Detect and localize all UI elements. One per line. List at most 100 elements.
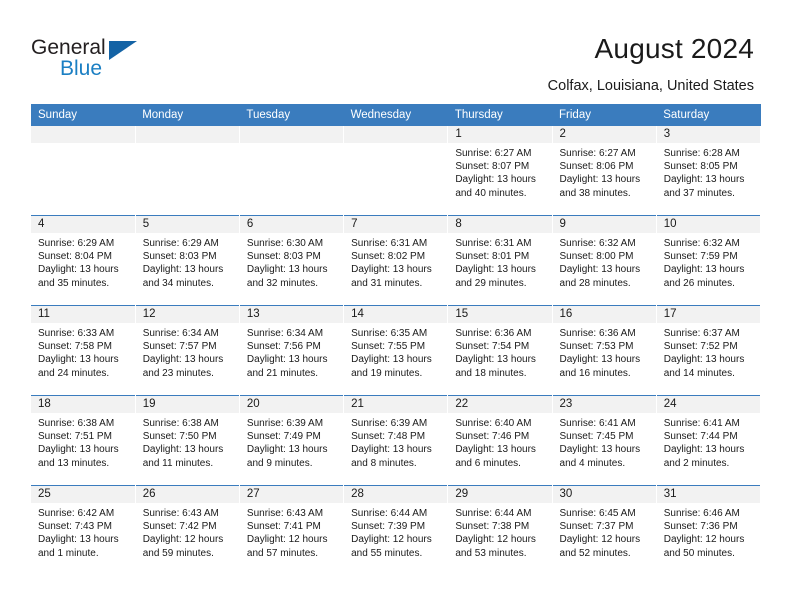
calendar-day-cell[interactable]: 28 Sunrise: 6:44 AM Sunset: 7:39 PM Dayligh… (343, 485, 449, 575)
day-number: 22 (448, 396, 552, 413)
day-daylight1-text: Daylight: 13 hours (351, 354, 432, 366)
day-sun-info: Sunrise: 6:35 AM Sunset: 7:55 PM Daylight:… (344, 323, 447, 380)
calendar-week-row: 4 Sunrise: 6:29 AM Sunset: 8:04 PM Daylight… (31, 215, 762, 306)
day-sunset-text: Sunset: 8:00 PM (559, 251, 634, 263)
day-sunset-text: Sunset: 7:46 PM (455, 431, 530, 443)
day-daylight2-text: and 21 minutes. (246, 367, 319, 379)
day-sunrise-text: Sunrise: 6:42 AM (38, 508, 115, 519)
day-sunrise-text: Sunrise: 6:39 AM (246, 418, 324, 429)
day-sunset-text: Sunset: 8:06 PM (559, 161, 634, 173)
day-sunrise-text: Sunrise: 6:31 AM (351, 238, 428, 249)
weekday-header-friday: Friday (552, 104, 657, 126)
calendar-day-cell[interactable]: 3 Sunrise: 6:28 AM Sunset: 8:05 PM Daylight… (656, 126, 762, 216)
weekday-header-wednesday: Wednesday (343, 104, 448, 126)
day-number: 18 (31, 396, 135, 413)
calendar-body: 1 Sunrise: 6:27 AM Sunset: 8:07 PM Daylight… (31, 126, 762, 575)
day-daylight1-text: Daylight: 12 hours (455, 534, 536, 546)
weekday-header-tuesday: Tuesday (239, 104, 344, 126)
day-sunrise-text: Sunrise: 6:39 AM (351, 418, 428, 429)
calendar-day-cell[interactable]: 30 Sunrise: 6:45 AM Sunset: 7:37 PM Dayligh… (552, 485, 657, 575)
brand-logo[interactable]: General Blue (31, 36, 171, 84)
calendar-day-cell[interactable]: 6 Sunrise: 6:30 AM Sunset: 8:03 PM Daylight… (239, 215, 345, 306)
day-sun-info: Sunrise: 6:39 AM Sunset: 7:48 PM Daylight:… (344, 413, 447, 470)
day-daylight1-text: Daylight: 13 hours (559, 354, 641, 366)
calendar-day-cell[interactable]: 31 Sunrise: 6:46 AM Sunset: 7:36 PM Dayligh… (656, 485, 762, 575)
day-sunset-text: Sunset: 7:49 PM (246, 431, 321, 443)
day-sunrise-text: Sunrise: 6:34 AM (246, 328, 324, 339)
day-sunset-text: Sunset: 7:52 PM (663, 341, 738, 353)
calendar-header-row: Sunday Monday Tuesday Wednesday Thursday… (31, 104, 761, 126)
day-daylight2-text: and 9 minutes. (246, 457, 313, 469)
day-sun-info: Sunrise: 6:42 AM Sunset: 7:43 PM Daylight:… (31, 503, 135, 560)
calendar-day-cell[interactable]: 1 Sunrise: 6:27 AM Sunset: 8:07 PM Daylight… (447, 126, 553, 216)
day-sun-info: Sunrise: 6:33 AM Sunset: 7:58 PM Daylight:… (31, 323, 135, 380)
calendar-day-cell[interactable]: 12 Sunrise: 6:34 AM Sunset: 7:57 PM Dayligh… (135, 305, 240, 396)
day-sunset-text: Sunset: 8:05 PM (663, 161, 738, 173)
day-sun-info: Sunrise: 6:40 AM Sunset: 7:46 PM Daylight:… (448, 413, 551, 470)
day-sun-info: Sunrise: 6:34 AM Sunset: 7:57 PM Daylight:… (136, 323, 239, 380)
calendar-day-cell[interactable]: 17 Sunrise: 6:37 AM Sunset: 7:52 PM Dayligh… (656, 305, 762, 396)
day-daylight1-text: Daylight: 13 hours (142, 354, 224, 366)
calendar-day-cell[interactable]: 21 Sunrise: 6:39 AM Sunset: 7:48 PM Dayligh… (343, 395, 449, 486)
calendar-day-cell[interactable]: 9 Sunrise: 6:32 AM Sunset: 8:00 PM Daylight… (552, 215, 657, 306)
calendar-day-cell[interactable]: 14 Sunrise: 6:35 AM Sunset: 7:55 PM Dayligh… (343, 305, 449, 396)
calendar-day-cell[interactable]: 13 Sunrise: 6:34 AM Sunset: 7:56 PM Dayligh… (239, 305, 345, 396)
calendar-day-cell[interactable]: 29 Sunrise: 6:44 AM Sunset: 7:38 PM Dayligh… (447, 485, 553, 575)
calendar-day-cell[interactable]: 23 Sunrise: 6:41 AM Sunset: 7:45 PM Dayligh… (552, 395, 657, 486)
calendar-day-cell[interactable]: 22 Sunrise: 6:40 AM Sunset: 7:46 PM Dayligh… (447, 395, 553, 486)
day-number: 12 (135, 306, 239, 323)
page-header: General Blue August 2024 Colfax, Louisia… (0, 0, 792, 100)
day-daylight2-text: and 28 minutes. (559, 277, 631, 289)
day-sunset-text: Sunset: 7:44 PM (663, 431, 738, 443)
day-sun-info: Sunrise: 6:27 AM Sunset: 8:07 PM Daylight:… (448, 143, 551, 200)
day-sun-info: Sunrise: 6:43 AM Sunset: 7:42 PM Daylight:… (136, 503, 239, 560)
calendar-day-cell[interactable]: 10 Sunrise: 6:32 AM Sunset: 7:59 PM Dayligh… (656, 215, 762, 306)
day-number: 21 (344, 396, 448, 413)
page-subtitle: Colfax, Louisiana, United States (547, 78, 754, 94)
day-sunrise-text: Sunrise: 6:31 AM (455, 238, 532, 249)
day-daylight2-text: and 31 minutes. (351, 277, 423, 289)
day-sunset-text: Sunset: 8:07 PM (455, 161, 530, 173)
day-number: 14 (344, 306, 448, 323)
calendar-day-cell[interactable]: 25 Sunrise: 6:42 AM Sunset: 7:43 PM Dayligh… (31, 485, 136, 575)
day-number: 10 (656, 216, 760, 233)
calendar-day-cell[interactable]: 2 Sunrise: 6:27 AM Sunset: 8:06 PM Daylight… (552, 126, 657, 216)
calendar-day-cell[interactable]: 11 Sunrise: 6:33 AM Sunset: 7:58 PM Dayligh… (31, 305, 136, 396)
day-sunrise-text: Sunrise: 6:33 AM (38, 328, 115, 339)
calendar-day-cell[interactable]: 20 Sunrise: 6:39 AM Sunset: 7:49 PM Dayligh… (239, 395, 345, 486)
day-sun-info: Sunrise: 6:32 AM Sunset: 7:59 PM Daylight:… (657, 233, 760, 290)
day-sun-info: Sunrise: 6:39 AM Sunset: 7:49 PM Daylight:… (240, 413, 343, 470)
day-sunset-text: Sunset: 7:54 PM (455, 341, 530, 353)
calendar-day-cell[interactable]: 18 Sunrise: 6:38 AM Sunset: 7:51 PM Dayligh… (31, 395, 136, 486)
calendar-day-cell[interactable]: 24 Sunrise: 6:41 AM Sunset: 7:44 PM Dayligh… (656, 395, 762, 486)
calendar-day-cell[interactable]: 4 Sunrise: 6:29 AM Sunset: 8:04 PM Daylight… (31, 215, 136, 306)
day-sun-info: Sunrise: 6:31 AM Sunset: 8:01 PM Daylight:… (448, 233, 551, 290)
calendar-day-cell[interactable]: 15 Sunrise: 6:36 AM Sunset: 7:54 PM Dayligh… (447, 305, 553, 396)
day-sun-info: Sunrise: 6:38 AM Sunset: 7:50 PM Daylight:… (136, 413, 239, 470)
day-daylight2-text: and 16 minutes. (559, 367, 631, 379)
calendar-day-cell[interactable]: 8 Sunrise: 6:31 AM Sunset: 8:01 PM Daylight… (447, 215, 553, 306)
day-daylight1-text: Daylight: 13 hours (351, 444, 432, 456)
day-daylight1-text: Daylight: 13 hours (246, 264, 328, 276)
calendar-day-cell[interactable]: 7 Sunrise: 6:31 AM Sunset: 8:02 PM Daylight… (343, 215, 449, 306)
day-daylight1-text: Daylight: 13 hours (38, 354, 119, 366)
day-sunset-text: Sunset: 7:39 PM (351, 521, 426, 533)
calendar-day-cell[interactable]: 26 Sunrise: 6:43 AM Sunset: 7:42 PM Dayligh… (135, 485, 240, 575)
day-daylight2-text: and 59 minutes. (142, 547, 214, 559)
day-daylight2-text: and 52 minutes. (559, 547, 631, 559)
day-sunrise-text: Sunrise: 6:45 AM (559, 508, 636, 519)
calendar-day-cell[interactable]: 27 Sunrise: 6:43 AM Sunset: 7:41 PM Dayligh… (239, 485, 345, 575)
day-daylight2-text: and 23 minutes. (142, 367, 214, 379)
day-daylight2-text: and 18 minutes. (455, 367, 527, 379)
calendar-day-cell[interactable]: 5 Sunrise: 6:29 AM Sunset: 8:03 PM Daylight… (135, 215, 240, 306)
day-sun-info: Sunrise: 6:37 AM Sunset: 7:52 PM Daylight:… (657, 323, 760, 380)
day-number: 6 (239, 216, 344, 233)
day-daylight1-text: Daylight: 12 hours (351, 534, 432, 546)
day-sunset-text: Sunset: 8:03 PM (246, 251, 321, 263)
calendar-day-cell[interactable]: 16 Sunrise: 6:36 AM Sunset: 7:53 PM Dayligh… (552, 305, 657, 396)
day-number: 4 (31, 216, 135, 233)
calendar-day-cell[interactable]: 19 Sunrise: 6:38 AM Sunset: 7:50 PM Dayligh… (135, 395, 240, 486)
day-number: 30 (552, 486, 656, 503)
day-number: 15 (448, 306, 552, 323)
day-daylight1-text: Daylight: 13 hours (455, 354, 536, 366)
